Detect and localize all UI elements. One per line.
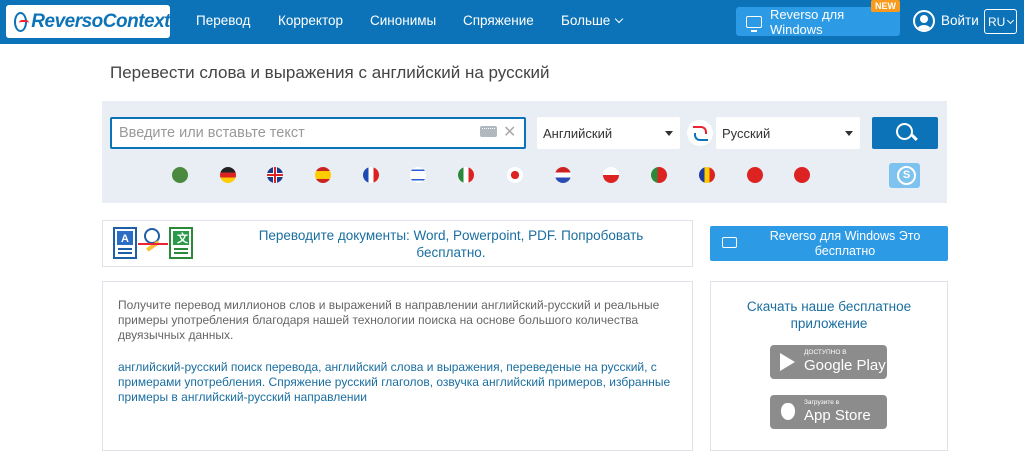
interface-language-select[interactable]: RU (984, 9, 1017, 34)
flag-portuguese-icon[interactable] (651, 167, 667, 183)
documents-banner-text[interactable]: Переводите документы: Word, Powerpoint, … (236, 227, 666, 261)
chevron-down-icon (615, 14, 624, 24)
app-store-label: App Store (804, 407, 871, 424)
description-text: Получите перевод миллионов слов и выраже… (118, 298, 660, 342)
description-links[interactable]: английский-русский поиск перевода, англи… (118, 360, 678, 405)
app-store-button[interactable]: Загрузите в App Store (770, 395, 887, 429)
source-language-select[interactable]: Английский (537, 117, 680, 149)
flag-french-icon[interactable] (363, 167, 379, 183)
chevron-down-icon (1007, 16, 1015, 25)
flag-german-icon[interactable] (220, 167, 236, 183)
dropdown-arrow-icon (845, 131, 853, 136)
flag-english-icon[interactable] (267, 167, 283, 183)
keyboard-icon[interactable] (480, 126, 497, 137)
desktop-download-icon (722, 237, 737, 248)
skype-icon[interactable] (889, 163, 920, 188)
flag-polish-icon[interactable] (603, 167, 619, 183)
search-button[interactable] (872, 117, 938, 149)
nav-spellcheck[interactable]: Корректор (278, 13, 343, 28)
flag-romanian-icon[interactable] (699, 167, 715, 183)
svg-text:A: A (121, 233, 129, 245)
windows-banner-text[interactable]: Reverso для Windows Это бесплатно (750, 229, 940, 259)
flag-arabic-icon[interactable] (172, 167, 188, 183)
source-language-value: Английский (543, 126, 613, 141)
flag-dutch-icon[interactable] (555, 167, 571, 183)
dropdown-arrow-icon (665, 131, 673, 136)
desktop-download-icon (746, 15, 762, 32)
flag-hebrew-icon[interactable] (410, 167, 426, 183)
reverso-logo[interactable]: ReversoContext (6, 5, 170, 38)
nav-translation[interactable]: Перевод (196, 13, 250, 28)
google-play-small-label: ДОСТУПНО В (804, 349, 847, 356)
clear-icon[interactable]: ✕ (503, 122, 516, 142)
flag-japanese-icon[interactable] (507, 167, 523, 183)
google-play-icon (780, 353, 795, 371)
page-title: Перевести слова и выражения с английский… (110, 63, 550, 82)
nav-more-label: Больше (561, 13, 611, 28)
nav-synonyms[interactable]: Синонимы (370, 13, 436, 28)
user-icon[interactable] (913, 10, 935, 32)
search-placeholder: Введите или вставьте текст (119, 125, 305, 141)
flag-turkish-icon[interactable] (747, 167, 763, 183)
reverso-logo-icon (14, 11, 30, 32)
target-language-value: Русский (722, 126, 771, 141)
swap-languages-icon[interactable] (687, 120, 713, 146)
svg-text:文: 文 (177, 231, 189, 245)
search-input[interactable]: Введите или вставьте текст (110, 117, 526, 149)
flag-spanish-icon[interactable] (315, 167, 331, 183)
app-store-small-label: Загрузите в (804, 399, 840, 406)
login-link[interactable]: Войти (941, 13, 979, 28)
apple-icon (781, 403, 795, 420)
nav-conjugation[interactable]: Спряжение (463, 13, 534, 28)
logo-text: ReversoContext (31, 10, 170, 32)
google-play-button[interactable]: ДОСТУПНО В Google Play (770, 345, 887, 379)
interface-language-value: RU (988, 15, 1006, 29)
flag-chinese-icon[interactable] (794, 167, 810, 183)
target-language-select[interactable]: Русский (716, 117, 860, 149)
new-badge: NEW (871, 0, 900, 12)
google-play-label: Google Play (804, 357, 886, 374)
app-download-title: Скачать наше бесплатное приложение (746, 299, 912, 331)
documents-illustration-icon: A 文 (113, 227, 193, 259)
nav-more[interactable]: Больше (561, 13, 624, 28)
flag-italian-icon[interactable] (458, 167, 474, 183)
